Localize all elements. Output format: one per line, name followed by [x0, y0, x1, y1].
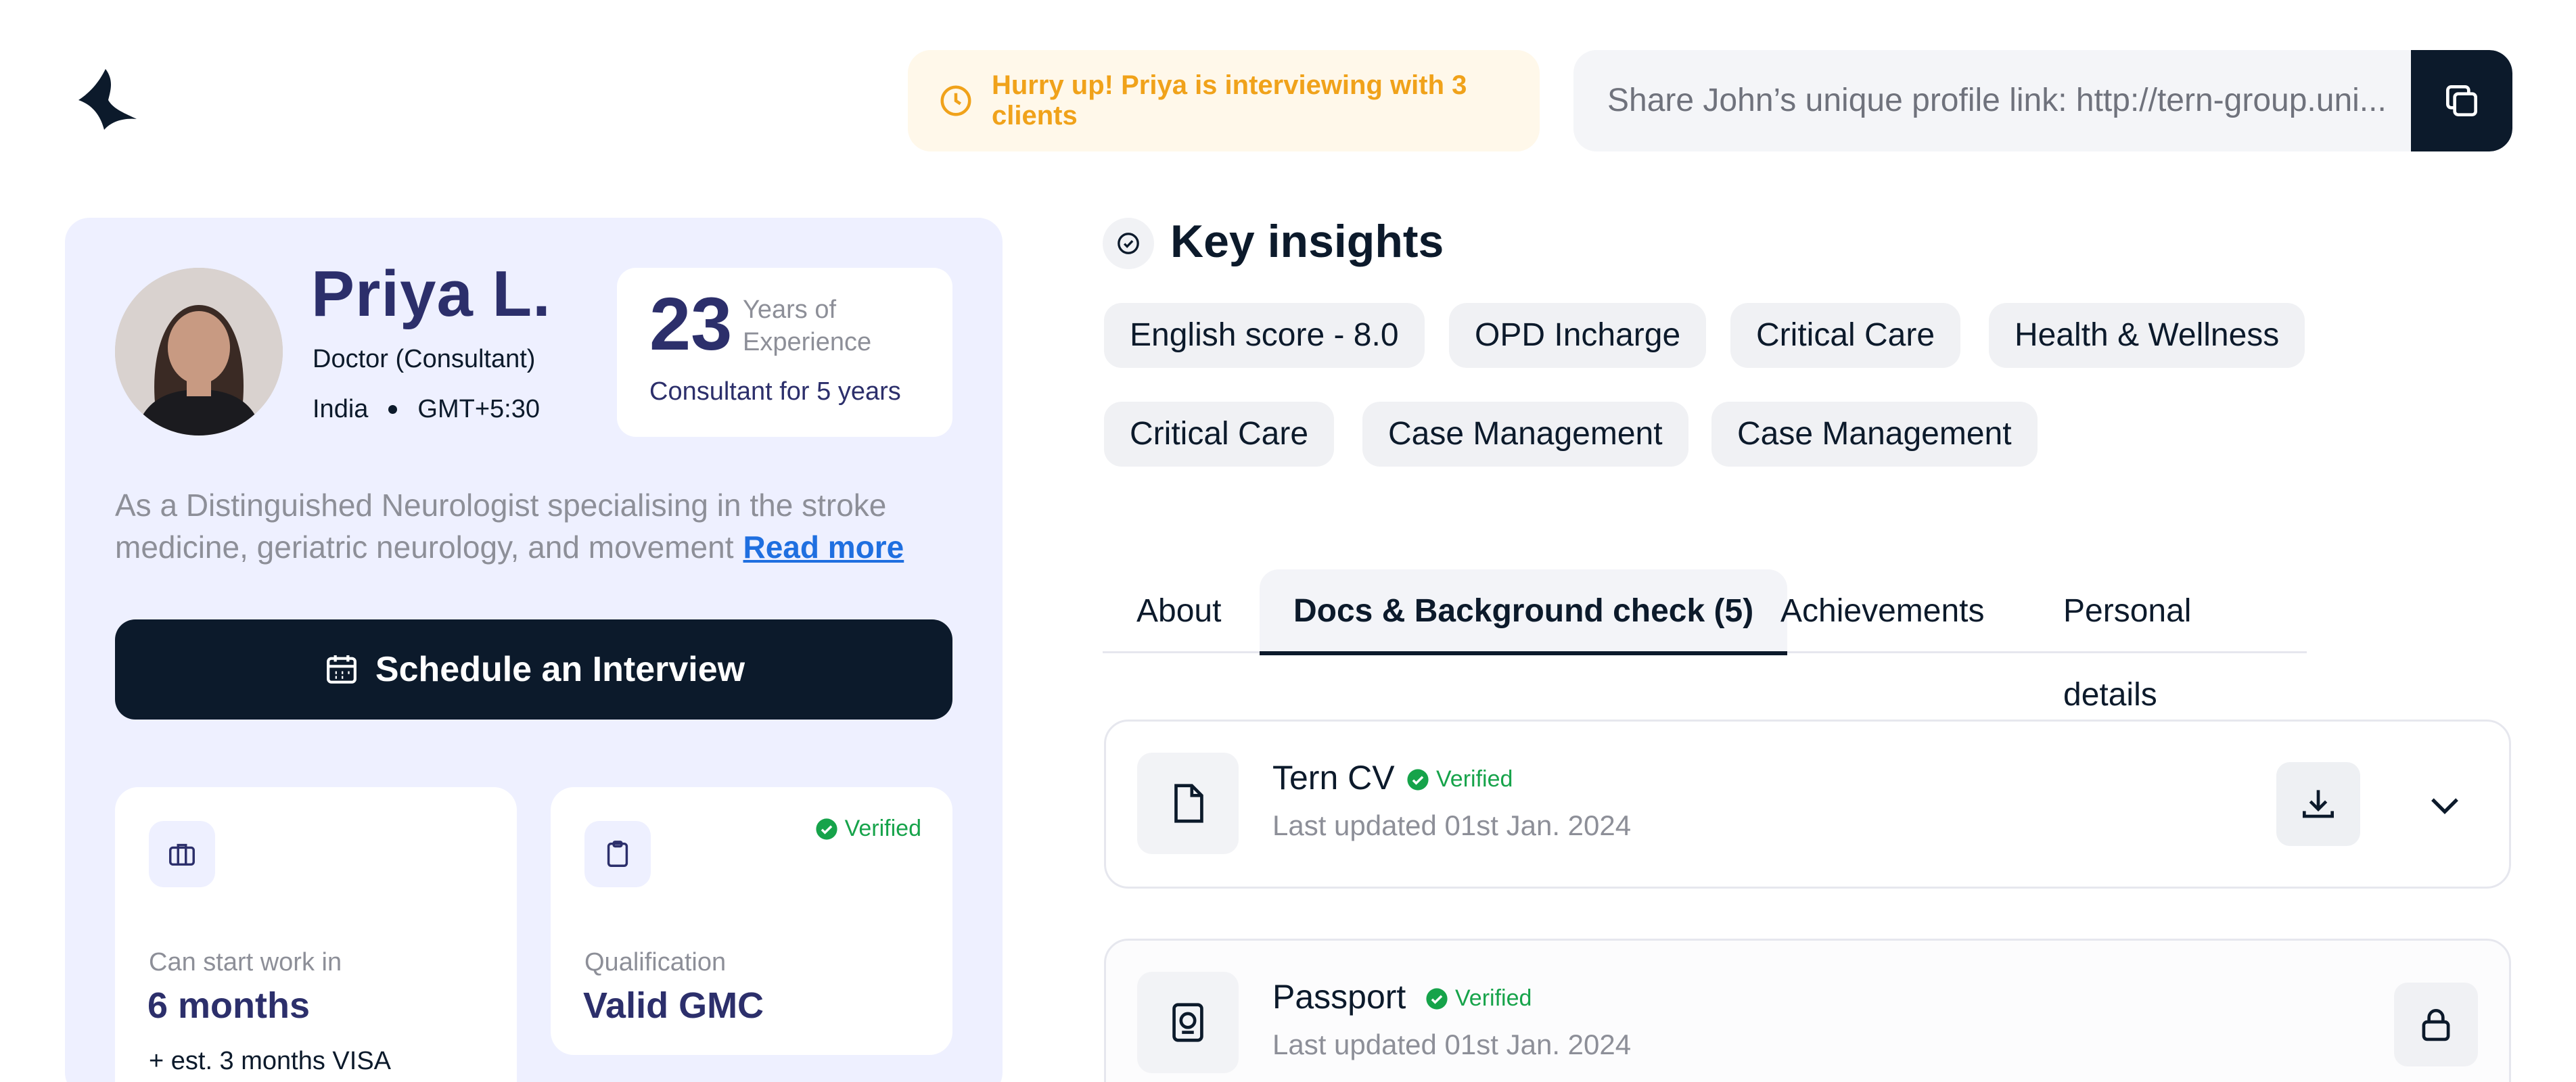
experience-years: 23 — [649, 283, 733, 366]
document-updated: Last updated 01st Jan. 2024 — [1272, 809, 1632, 841]
check-circle-icon — [816, 818, 837, 840]
read-more-link[interactable]: Read more — [743, 530, 904, 565]
locked-button[interactable] — [2394, 983, 2478, 1066]
chevron-down-icon — [2431, 798, 2458, 814]
tab-achievements[interactable]: Achievements — [1747, 569, 2018, 653]
share-link-text: Share John’s unique profile link: http:/… — [1607, 83, 2387, 118]
visa-note: + est. 3 months VISA — [149, 1047, 392, 1075]
tab-personal-details[interactable]: Personal details — [2029, 569, 2307, 713]
verified-badge: Verified — [1425, 985, 1532, 1012]
document-row[interactable]: Passport Verified Last updated 01st Jan.… — [1104, 939, 2511, 1082]
insight-chip: OPD Incharge — [1449, 303, 1707, 368]
insight-chip: Critical Care — [1730, 303, 1961, 368]
key-insights-title: Key insights — [1170, 216, 1444, 267]
start-work-value: 6 months — [147, 985, 310, 1026]
tab-docs-background[interactable]: Docs & Background check (5) — [1260, 569, 1788, 655]
profile-name: Priya L. — [311, 258, 551, 330]
qualification-label: Qualification — [584, 948, 727, 977]
profile-location: India GMT+5:30 — [313, 395, 540, 424]
insight-chip: Health & Wellness — [1989, 303, 2305, 368]
avatar — [115, 268, 283, 436]
clipboard-icon — [584, 821, 651, 887]
insight-chip: Critical Care — [1104, 402, 1335, 467]
urgency-text: Hurry up! Priya is interviewing with 3 c… — [991, 70, 1467, 131]
verified-badge: Verified — [1406, 766, 1513, 793]
profile-country: India — [313, 395, 369, 423]
separator-dot — [388, 405, 398, 414]
tern-logo[interactable] — [64, 65, 138, 139]
profile-role: Doctor (Consultant) — [313, 345, 536, 373]
start-work-label: Can start work in — [149, 948, 342, 977]
file-icon — [1137, 753, 1239, 854]
document-title: Passport — [1272, 978, 1406, 1016]
profile-tabs: About Docs & Background check (5) Achiev… — [1103, 569, 2307, 713]
check-circle-icon — [1407, 768, 1429, 791]
briefcase-icon — [149, 821, 215, 887]
check-circle-icon — [1426, 987, 1448, 1010]
calendar-icon — [326, 655, 356, 684]
copy-link-button[interactable] — [2411, 50, 2512, 151]
qualification-card: Verified Qualification Valid GMC — [551, 787, 952, 1055]
document-title: Tern CV — [1272, 759, 1395, 797]
download-button[interactable] — [2276, 762, 2360, 846]
schedule-interview-label: Schedule an Interview — [375, 650, 745, 689]
download-icon — [2303, 790, 2334, 818]
urgency-banner: Hurry up! Priya is interviewing with 3 c… — [908, 50, 1540, 151]
qualification-value: Valid GMC — [583, 985, 764, 1026]
share-link-field[interactable]: Share John’s unique profile link: http:/… — [1573, 50, 2512, 151]
insight-chip: English score - 8.0 — [1104, 303, 1425, 368]
document-row[interactable]: Tern CV Verified Last updated 01st Jan. … — [1104, 720, 2511, 889]
experience-detail: Consultant for 5 years — [649, 377, 901, 406]
schedule-interview-button[interactable]: Schedule an Interview — [115, 619, 952, 720]
start-work-card: Can start work in 6 months + est. 3 mont… — [115, 787, 517, 1082]
check-badge-icon — [1103, 218, 1154, 269]
profile-bio: As a Distinguished Neurologist specialis… — [115, 484, 947, 568]
document-updated: Last updated 01st Jan. 2024 — [1272, 1029, 1632, 1060]
copy-icon — [2446, 85, 2477, 116]
clock-icon — [940, 85, 971, 116]
profile-timezone: GMT+5:30 — [417, 395, 540, 423]
tab-about[interactable]: About — [1103, 569, 1255, 653]
experience-label: Years of Experience — [743, 296, 872, 356]
passport-icon — [1137, 972, 1239, 1073]
insight-chip: Case Management — [1711, 402, 2038, 467]
insight-chip: Case Management — [1362, 402, 1688, 467]
verified-badge: Verified — [815, 816, 921, 842]
expand-button[interactable] — [2421, 781, 2468, 828]
lock-icon — [2422, 1009, 2450, 1041]
experience-card: 23 Years of Experience Consultant for 5 … — [617, 268, 952, 437]
